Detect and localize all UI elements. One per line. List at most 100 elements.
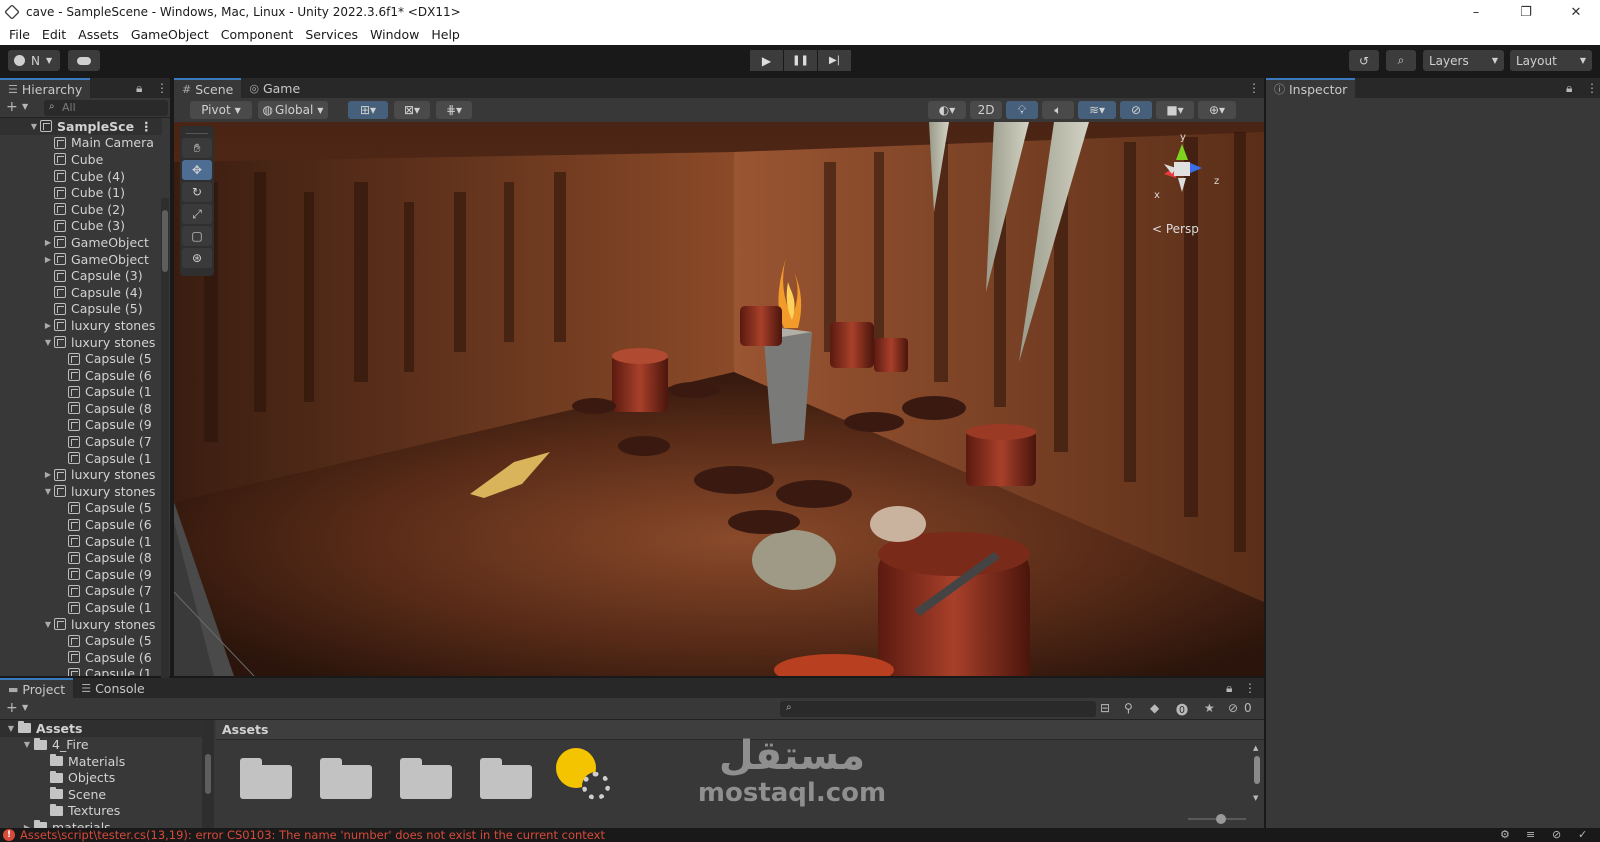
project-search-input[interactable]	[780, 701, 1096, 717]
hierarchy-item[interactable]: Cube (2)	[0, 201, 162, 218]
assets-scrollbar[interactable]: ▲ ▼	[1252, 744, 1262, 804]
gizmos-dropdown[interactable]: ⊕▾	[1198, 101, 1236, 119]
lock-icon[interactable]: 🔒︎	[136, 81, 142, 96]
menu-component[interactable]: Component	[216, 27, 299, 42]
lock-icon[interactable]: 🔒︎	[1566, 81, 1572, 96]
hierarchy-item[interactable]: ▼ luxury stones	[0, 334, 162, 351]
add-icon[interactable]: +	[6, 99, 18, 115]
hierarchy-item[interactable]: Capsule (1	[0, 384, 162, 401]
minimize-button[interactable]: –	[1453, 0, 1499, 24]
folder-asset[interactable]	[240, 758, 292, 799]
hierarchy-item[interactable]: Capsule (6	[0, 367, 162, 384]
shading-mode-dropdown[interactable]: ◐▾	[928, 101, 966, 119]
search-button[interactable]: ⌕	[1386, 50, 1416, 71]
expand-arrow-icon[interactable]: ▼	[20, 740, 34, 749]
project-tree-item[interactable]: Materials	[0, 753, 202, 770]
icon-size-slider[interactable]	[1188, 814, 1246, 824]
cloud-button[interactable]	[68, 50, 100, 71]
collapse-arrow-icon[interactable]: ▶	[42, 238, 54, 247]
hierarchy-item[interactable]: Cube (1)	[0, 184, 162, 201]
tab-inspector[interactable]: ⓘ Inspector	[1266, 78, 1356, 98]
collapse-arrow-icon[interactable]: ▶	[42, 255, 54, 264]
project-tree-item[interactable]: ▼ 4_Fire	[0, 737, 202, 754]
persp-label[interactable]: < Persp	[1152, 222, 1199, 236]
increment-snap[interactable]: ⋕▾	[436, 101, 472, 119]
camera-dropdown[interactable]: ■▾	[1156, 101, 1194, 119]
menu-edit[interactable]: Edit	[37, 27, 71, 42]
folder-asset[interactable]	[400, 758, 452, 799]
layers-dropdown[interactable]: Layers ▼	[1423, 50, 1504, 71]
search-by-type-icon[interactable]: ⊟	[1100, 701, 1110, 715]
transform-tool[interactable]: ⊛	[182, 248, 212, 268]
expand-arrow-icon[interactable]: ▼	[4, 724, 18, 733]
favorite-icon[interactable]: ★	[1204, 701, 1215, 715]
hierarchy-scrollbar[interactable]	[161, 198, 169, 754]
lock-icon[interactable]: 🔒︎	[1226, 681, 1232, 696]
lighting-toggle[interactable]: 💡︎	[1006, 101, 1038, 119]
scene-gizmo[interactable]: y x z < Persp	[1150, 132, 1220, 236]
hierarchy-item[interactable]: Capsule (5	[0, 350, 162, 367]
error-message[interactable]: Assets\script\tester.cs(13,19): error CS…	[20, 828, 605, 842]
menu-window[interactable]: Window	[365, 27, 424, 42]
scene-viewport[interactable]: ✋︎ ✥ ↻ ⤢ ▢ ⊛ y x z < Persp	[174, 122, 1264, 676]
project-tree-item[interactable]: Textures	[0, 803, 202, 820]
add-icon[interactable]: +	[6, 700, 18, 716]
hand-tool[interactable]: ✋︎	[182, 138, 212, 158]
rect-tool[interactable]: ▢	[182, 226, 212, 246]
check-icon[interactable]: ✓	[1578, 828, 1587, 841]
menu-services[interactable]: Services	[300, 27, 363, 42]
tab-game[interactable]: ◎ Game	[241, 78, 308, 98]
hierarchy-item[interactable]: Main Camera	[0, 135, 162, 152]
account-dropdown[interactable]: N ▼	[8, 50, 60, 71]
hierarchy-item[interactable]: Capsule (5)	[0, 301, 162, 318]
project-tree-item[interactable]: Objects	[0, 770, 202, 787]
close-button[interactable]: ✕	[1553, 0, 1599, 24]
expand-arrow-icon[interactable]: ▼	[42, 620, 54, 629]
maximize-button[interactable]: ❐	[1503, 0, 1549, 24]
hierarchy-item[interactable]: Capsule (8	[0, 400, 162, 417]
slider-thumb[interactable]	[1216, 814, 1226, 824]
project-tree-scrollbar[interactable]	[202, 720, 214, 828]
rotate-tool[interactable]: ↻	[182, 182, 212, 202]
hierarchy-item[interactable]: Capsule (6	[0, 649, 162, 666]
filter-type-icon[interactable]: ⚲	[1124, 701, 1133, 715]
folder-asset[interactable]	[480, 758, 532, 799]
more-options-icon[interactable]: ⋮	[1586, 81, 1598, 95]
palette-handle[interactable]	[186, 128, 208, 134]
global-dropdown[interactable]: ◍ Global ▼	[258, 101, 328, 119]
hierarchy-item[interactable]: ▶ luxury stones	[0, 466, 162, 483]
expand-arrow-icon[interactable]: ▼	[42, 338, 54, 347]
menu-help[interactable]: Help	[426, 27, 465, 42]
more-options-icon[interactable]: ⋮	[1248, 81, 1260, 95]
hierarchy-item[interactable]: ▶ GameObject	[0, 251, 162, 268]
hierarchy-item[interactable]: ▶ luxury stones	[0, 317, 162, 334]
layout-dropdown[interactable]: Layout ▼	[1510, 50, 1592, 71]
hierarchy-item[interactable]: Capsule (7	[0, 583, 162, 600]
hierarchy-item[interactable]: Capsule (9	[0, 566, 162, 583]
more-options-icon[interactable]: ⋮	[140, 119, 153, 134]
scrollbar-thumb[interactable]	[1254, 756, 1260, 784]
audio-toggle[interactable]: 🔈︎	[1042, 101, 1074, 119]
menu-gameobject[interactable]: GameObject	[126, 27, 214, 42]
hierarchy-item[interactable]: Cube	[0, 151, 162, 168]
scale-tool[interactable]: ⤢	[182, 204, 212, 224]
hierarchy-item[interactable]: Capsule (6	[0, 516, 162, 533]
tab-console[interactable]: ☰ Console	[73, 678, 153, 698]
more-options-icon[interactable]: ⋮	[1244, 681, 1256, 695]
step-button[interactable]: ▶|	[818, 50, 851, 71]
expand-arrow-icon[interactable]: ▼	[42, 487, 54, 496]
hierarchy-item[interactable]: Cube (3)	[0, 218, 162, 235]
history-button[interactable]: ↺	[1349, 50, 1379, 71]
hierarchy-item[interactable]: Capsule (9	[0, 417, 162, 434]
grid-snap-toggle[interactable]: ⊠▾	[394, 101, 430, 119]
snap-toggle[interactable]: ⊞▾	[348, 101, 388, 119]
tab-hierarchy[interactable]: ☰ Hierarchy	[0, 78, 91, 98]
hierarchy-item[interactable]: Capsule (1	[0, 666, 162, 676]
warning-filter-icon[interactable]: ⓿	[1176, 701, 1188, 718]
mode-2d-toggle[interactable]: 2D	[970, 101, 1002, 119]
hierarchy-search-input[interactable]: All	[44, 100, 168, 116]
collapse-arrow-icon[interactable]: ▶	[42, 470, 54, 479]
chevron-down-icon[interactable]: ▼	[22, 102, 28, 111]
hierarchy-item[interactable]: Capsule (1	[0, 599, 162, 616]
scrollbar-thumb[interactable]	[162, 210, 168, 272]
